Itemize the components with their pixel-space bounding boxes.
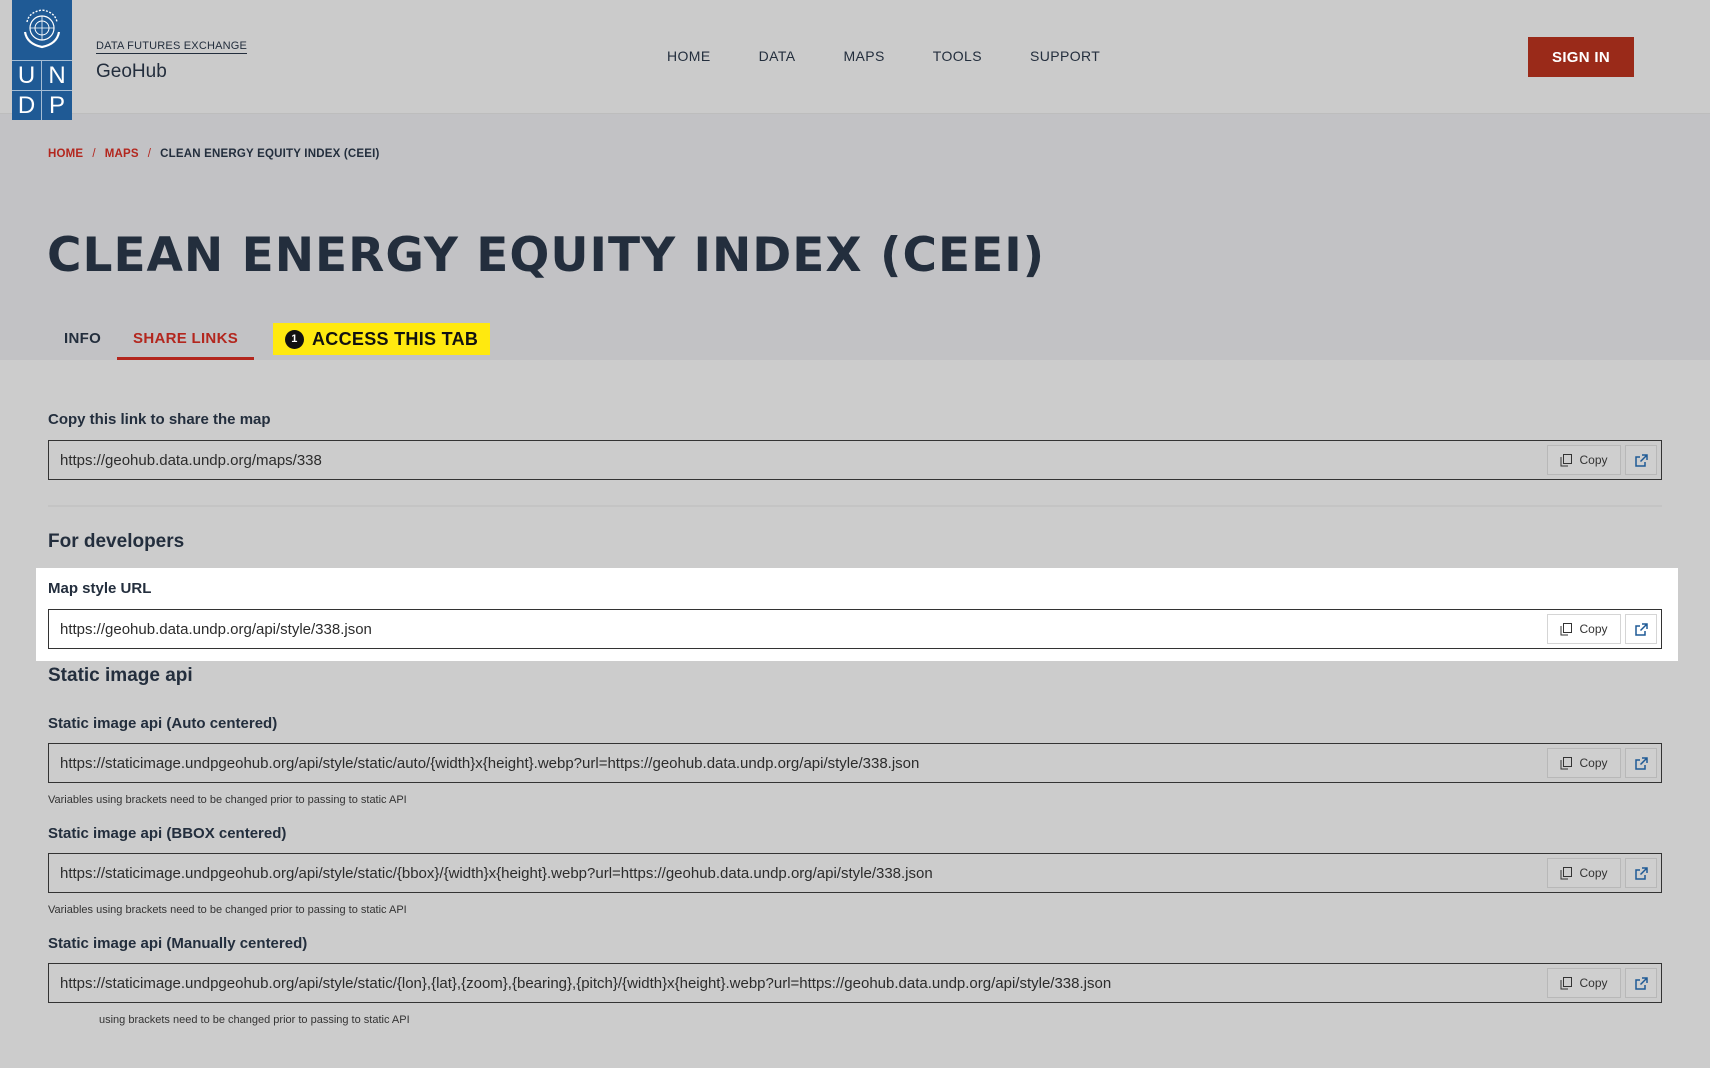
static-bbox-url[interactable]: https://staticimage.undpgeohub.org/api/s… [49,865,1547,882]
logo-letter: P [42,90,72,120]
breadcrumb-separator: / [147,148,152,160]
copy-label: Copy [1579,756,1608,770]
copy-label: Copy [1579,622,1608,636]
site-title[interactable]: DATA FUTURES EXCHANGE GeoHub [96,36,248,83]
open-link-button[interactable] [1625,968,1657,998]
undp-logo[interactable]: U N D P [12,0,72,120]
undp-letters: U N D P [12,60,72,120]
static-auto-url[interactable]: https://staticimage.undpgeohub.org/api/s… [49,755,1547,772]
copy-button[interactable]: Copy [1547,968,1621,998]
breadcrumb: HOME / MAPS / CLEAN ENERGY EQUITY INDEX … [48,148,380,160]
static-bbox-hint: Variables using brackets need to be chan… [48,904,407,916]
instruction-callout: 1 ACCESS THIS TAB [273,323,491,355]
nav-home[interactable]: HOME [667,48,711,64]
map-style-field: https://geohub.data.undp.org/api/style/3… [48,609,1662,649]
copy-label: Copy [1579,866,1608,880]
copy-button[interactable]: Copy [1547,858,1621,888]
step-number-badge: 1 [285,329,304,349]
nav-tools[interactable]: TOOLS [933,48,982,64]
logo-letter: N [42,60,72,90]
site-supertitle: DATA FUTURES EXCHANGE [96,40,248,54]
nav-data[interactable]: DATA [759,48,796,64]
breadcrumb-separator: / [92,148,96,160]
copy-label: Copy [1579,453,1608,467]
share-link-field: https://geohub.data.undp.org/maps/338 Co… [48,440,1662,480]
logo-letter: D [12,90,42,120]
copy-button[interactable]: Copy [1547,614,1621,644]
share-link-label: Copy this link to share the map [48,411,271,428]
tab-share-links[interactable]: SHARE LINKS [117,320,255,360]
copy-label: Copy [1579,976,1608,990]
copy-button[interactable]: Copy [1547,748,1621,778]
external-link-icon [1634,756,1648,770]
developers-title: For developers [48,531,185,552]
static-manual-url[interactable]: https://staticimage.undpgeohub.org/api/s… [49,975,1547,992]
static-manual-label: Static image api (Manually centered) [48,935,308,952]
open-link-button[interactable] [1625,445,1657,475]
open-link-button[interactable] [1625,614,1657,644]
tab-info[interactable]: INFO [48,320,117,360]
breadcrumb-current: CLEAN ENERGY EQUITY INDEX (CEEI) [160,148,380,160]
section-divider [48,505,1662,507]
page-title: CLEAN ENERGY EQUITY INDEX (CEEI) [47,228,1046,283]
copy-icon [1560,976,1573,989]
copy-button[interactable]: Copy [1547,445,1621,475]
callout-text: ACCESS THIS TAB [312,328,479,349]
sign-in-button[interactable]: SIGN IN [1528,37,1634,77]
map-style-label: Map style URL [48,580,152,597]
external-link-icon [1634,622,1648,636]
static-auto-hint: Variables using brackets need to be chan… [48,794,407,806]
main-nav: HOME DATA MAPS TOOLS SUPPORT [667,48,1148,64]
logo-letter: U [12,60,42,90]
tab-bar: INFO SHARE LINKS [48,320,255,360]
static-auto-label: Static image api (Auto centered) [48,715,278,732]
static-manual-field: https://staticimage.undpgeohub.org/api/s… [48,963,1662,1003]
copy-icon [1560,866,1573,879]
open-link-button[interactable] [1625,748,1657,778]
un-emblem-icon [23,9,61,49]
site-header: U N D P DATA FUTURES EXCHANGE GeoHub HOM… [0,0,1710,120]
static-api-title: Static image api [48,665,193,686]
nav-maps[interactable]: MAPS [843,48,884,64]
copy-icon [1560,453,1573,466]
open-link-button[interactable] [1625,858,1657,888]
highlighted-region: Map style URL https://geohub.data.undp.o… [36,568,1678,661]
external-link-icon [1634,453,1648,467]
share-link-url[interactable]: https://geohub.data.undp.org/maps/338 [49,452,1547,469]
static-auto-field: https://staticimage.undpgeohub.org/api/s… [48,743,1662,783]
app-name: GeoHub [96,61,167,82]
external-link-icon [1634,976,1648,990]
external-link-icon [1634,866,1648,880]
static-manual-hint: using brackets need to be changed prior … [99,1014,410,1026]
breadcrumb-home[interactable]: HOME [48,148,83,160]
copy-icon [1560,622,1573,635]
copy-icon [1560,756,1573,769]
static-bbox-label: Static image api (BBOX centered) [48,825,287,842]
nav-support[interactable]: SUPPORT [1030,48,1100,64]
breadcrumb-maps[interactable]: MAPS [105,148,139,160]
map-style-url[interactable]: https://geohub.data.undp.org/api/style/3… [49,621,1547,638]
static-bbox-field: https://staticimage.undpgeohub.org/api/s… [48,853,1662,893]
